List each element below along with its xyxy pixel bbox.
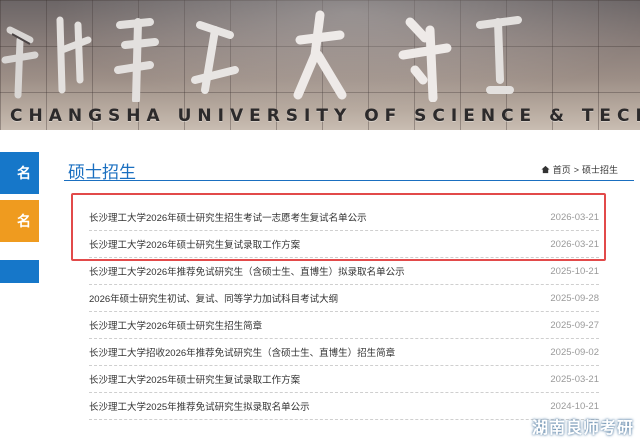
news-date: 2025-03-21 (550, 373, 599, 385)
news-date: 2026-03-21 (550, 238, 599, 250)
news-title[interactable]: 长沙理工大学招收2026年推荐免试研究生（含硕士生、直博生）招生简章 (89, 345, 395, 359)
banner-image: CHANGSHA UNIVERSITY OF SCIENCE & TECHNOL… (0, 0, 640, 130)
news-title[interactable]: 长沙理工大学2026年硕士研究生招生简章 (89, 318, 262, 332)
news-title[interactable]: 长沙理工大学2025年硕士研究生复试录取工作方案 (89, 372, 300, 386)
sidebar-item-bar[interactable] (0, 260, 39, 283)
news-title[interactable]: 长沙理工大学2025年推荐免试研究生拟录取名单公示 (89, 399, 310, 413)
news-item[interactable]: 长沙理工大学2025年推荐免试研究生拟录取名单公示 2024-10-21 (89, 393, 599, 420)
news-item[interactable]: 长沙理工大学2026年硕士研究生招生考试一志愿考生复试名单公示 2026-03-… (89, 204, 599, 231)
news-list: 长沙理工大学2026年硕士研究生招生考试一志愿考生复试名单公示 2026-03-… (89, 204, 599, 420)
news-date: 2025-09-27 (550, 319, 599, 331)
title-underline (64, 180, 634, 181)
banner-character-glyph (48, 10, 106, 102)
news-item[interactable]: 长沙理工大学2026年硕士研究生招生简章 2025-09-27 (89, 312, 599, 339)
news-item[interactable]: 长沙理工大学2025年硕士研究生复试录取工作方案 2025-03-21 (89, 366, 599, 393)
banner-character-glyph (395, 10, 453, 103)
banner-character-glyph (185, 10, 243, 102)
banner-english-name: CHANGSHA UNIVERSITY OF SCIENCE & TECHNOL… (10, 106, 640, 126)
banner-character-glyph (470, 10, 528, 102)
breadcrumb-separator: > (573, 164, 579, 175)
sidebar-item-blue[interactable]: 名 (0, 152, 39, 194)
news-date: 2025-09-02 (550, 346, 599, 358)
breadcrumb-home-link[interactable]: 首页 (553, 163, 571, 176)
banner-character-glyph (290, 10, 348, 102)
home-icon (541, 165, 550, 174)
news-item[interactable]: 长沙理工大学2026年硕士研究生复试录取工作方案 2026-03-21 (89, 231, 599, 258)
news-item[interactable]: 长沙理工大学招收2026年推荐免试研究生（含硕士生、直博生）招生简章 2025-… (89, 339, 599, 366)
breadcrumb: 首页 > 硕士招生 (541, 163, 618, 176)
news-item[interactable]: 长沙理工大学2026年推荐免试研究生（含硕士生、直博生）拟录取名单公示 2025… (89, 258, 599, 285)
news-date: 2026-03-21 (550, 211, 599, 223)
news-date: 2025-09-28 (550, 292, 599, 304)
news-title[interactable]: 2026年硕士研究生初试、复试、同等学力加试科目考试大纲 (89, 291, 338, 305)
news-date: 2024-10-21 (550, 400, 599, 412)
news-item[interactable]: 2026年硕士研究生初试、复试、同等学力加试科目考试大纲 2025-09-28 (89, 285, 599, 312)
left-sidebar: 名 名 (0, 130, 40, 442)
banner-character-glyph (110, 10, 168, 104)
news-date: 2025-10-21 (550, 265, 599, 277)
news-title[interactable]: 长沙理工大学2026年推荐免试研究生（含硕士生、直博生）拟录取名单公示 (89, 264, 405, 278)
news-title[interactable]: 长沙理工大学2026年硕士研究生复试录取工作方案 (89, 237, 300, 251)
breadcrumb-current[interactable]: 硕士招生 (582, 163, 618, 176)
watermark-text: 湖南良师考研 (531, 420, 634, 437)
news-title[interactable]: 长沙理工大学2026年硕士研究生招生考试一志愿考生复试名单公示 (89, 210, 367, 224)
sidebar-item-orange[interactable]: 名 (0, 200, 39, 242)
